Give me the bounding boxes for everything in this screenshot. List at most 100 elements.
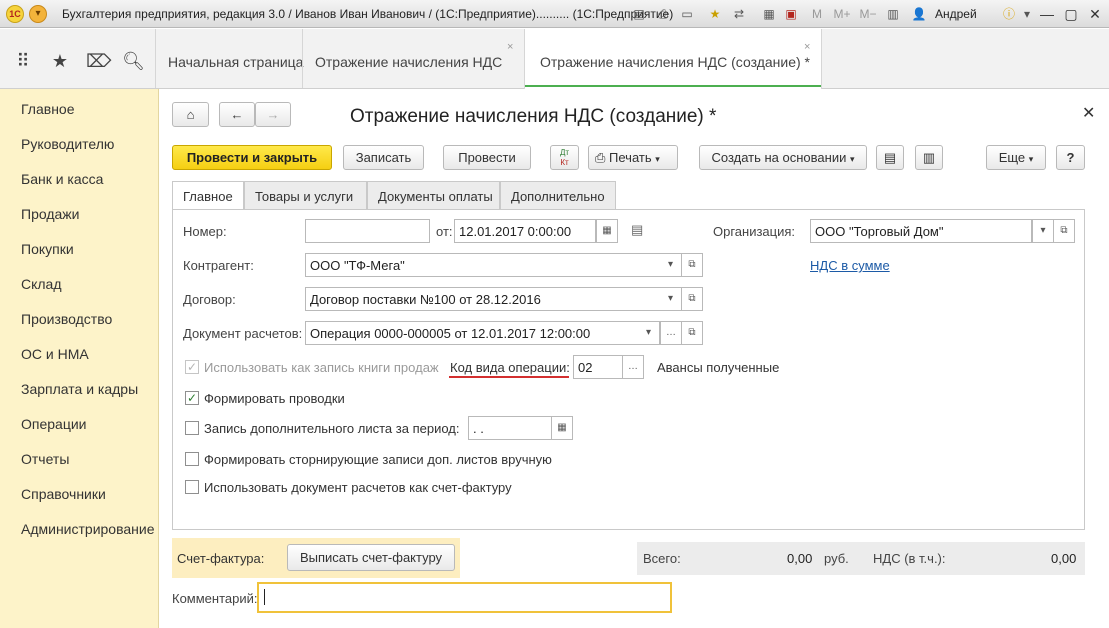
sidebar-item-main[interactable]: Главное: [21, 101, 75, 117]
postings-checkbox[interactable]: ✓: [185, 391, 199, 405]
issue-invoice-button[interactable]: Выписать счет-фактуру: [287, 544, 455, 571]
memory-mminus-icon[interactable]: M−: [856, 5, 880, 23]
select-icon[interactable]: …: [660, 321, 682, 345]
close-tab-icon[interactable]: ×: [804, 41, 810, 53]
calendar-icon[interactable]: ▦: [551, 416, 573, 440]
create-based-on-button[interactable]: Создать на основании ▾: [699, 145, 867, 170]
open-icon[interactable]: ⧉: [1053, 219, 1075, 243]
extra-sheet-label: Запись дополнительного листа за период:: [204, 421, 460, 436]
extra-sheet-period-input[interactable]: . .: [468, 416, 552, 440]
sidebar-item-assets[interactable]: ОС и НМА: [21, 346, 89, 362]
op-code-input[interactable]: 02: [573, 355, 623, 379]
tab-goods-services[interactable]: Товары и услуги: [244, 181, 367, 210]
save-button[interactable]: Записать: [343, 145, 424, 170]
journal-icon[interactable]: ▥: [915, 145, 943, 170]
maximize-icon[interactable]: ▢: [1060, 4, 1082, 24]
calendar-icon[interactable]: ▣: [782, 5, 800, 23]
user-name[interactable]: Андрей: [935, 7, 977, 21]
home-button[interactable]: ⌂: [172, 102, 209, 127]
op-code-description: Авансы полученные: [657, 360, 780, 375]
panel-layout-icon[interactable]: ▥: [884, 5, 902, 23]
print-icon[interactable]: ⎙: [654, 5, 672, 23]
help-button[interactable]: ?: [1056, 145, 1085, 170]
comment-input[interactable]: [257, 582, 672, 613]
sidebar-item-admin[interactable]: Администрирование: [21, 521, 155, 537]
notes-icon[interactable]: ▤: [631, 222, 643, 238]
sales-book-label: Использовать как запись книги продаж: [204, 360, 439, 375]
close-window-icon[interactable]: ✕: [1084, 4, 1106, 24]
apps-grid-icon[interactable]: ⠿: [12, 50, 34, 72]
number-input[interactable]: [305, 219, 430, 243]
memory-m-icon[interactable]: M: [808, 5, 826, 23]
print-button[interactable]: ⎙ Печать ▾: [588, 145, 678, 170]
save-icon[interactable]: ▤: [630, 5, 648, 23]
forward-button[interactable]: →: [255, 102, 291, 127]
tab-payment-docs[interactable]: Документы оплаты: [367, 181, 500, 210]
open-icon[interactable]: ⧉: [681, 287, 703, 311]
sidebar-item-operations[interactable]: Операции: [21, 416, 87, 432]
close-tab-icon[interactable]: ×: [507, 41, 513, 53]
organization-input[interactable]: ООО "Торговый Дом": [810, 219, 1032, 243]
sidebar-item-production[interactable]: Производство: [21, 311, 112, 327]
post-and-close-button[interactable]: Провести и закрыть: [172, 145, 332, 170]
sidebar-item-payroll[interactable]: Зарплата и кадры: [21, 381, 138, 397]
memory-mplus-icon[interactable]: M+: [830, 5, 854, 23]
sidebar-item-purchases[interactable]: Покупки: [21, 241, 74, 257]
dropdown-icon[interactable]: ▾: [1032, 219, 1054, 243]
sidebar-item-reports[interactable]: Отчеты: [21, 451, 69, 467]
info-icon[interactable]: ⓘ: [1000, 5, 1018, 23]
dt-kt-icon[interactable]: Дт Кт: [550, 145, 579, 170]
dropdown-icon[interactable]: ▾: [660, 253, 682, 277]
preview-icon[interactable]: ▭: [678, 5, 696, 23]
more-button[interactable]: Еще ▾: [986, 145, 1046, 170]
sidebar-item-bank[interactable]: Банк и касса: [21, 171, 103, 187]
counterparty-input[interactable]: ООО "ТФ-Мега": [305, 253, 684, 277]
extra-sheet-checkbox[interactable]: [185, 421, 199, 435]
sidebar-item-catalogs[interactable]: Справочники: [21, 486, 106, 502]
use-invoice-checkbox[interactable]: [185, 480, 199, 494]
sales-book-checkbox[interactable]: ✓: [185, 360, 199, 374]
op-code-label: Код вида операции:: [450, 360, 570, 375]
report-icon[interactable]: ▤: [876, 145, 904, 170]
open-icon[interactable]: ⧉: [681, 253, 703, 277]
contract-input[interactable]: Договор поставки №100 от 28.12.2016: [305, 287, 684, 311]
calculator-icon[interactable]: ▦: [760, 5, 778, 23]
minimize-icon[interactable]: —: [1036, 4, 1058, 24]
close-form-icon[interactable]: ✕: [1082, 103, 1095, 123]
chevron-down-icon: ▾: [655, 154, 660, 164]
favorites-icon[interactable]: ★: [706, 5, 724, 23]
vat-label: НДС (в т.ч.):: [873, 551, 946, 566]
tab-label: Начальная страница: [168, 54, 304, 70]
open-icon[interactable]: ⧉: [681, 321, 703, 345]
search-icon[interactable]: 🔍︎: [122, 50, 145, 72]
info-dropdown-icon[interactable]: ▾: [1018, 5, 1036, 23]
date-input[interactable]: 12.01.2017 0:00:00: [454, 219, 596, 243]
settlement-doc-input[interactable]: Операция 0000-000005 от 12.01.2017 12:00…: [305, 321, 660, 345]
post-button[interactable]: Провести: [443, 145, 531, 170]
print-label: Печать: [609, 150, 652, 165]
vat-in-amount-link[interactable]: НДС в сумме: [810, 258, 890, 273]
calendar-icon[interactable]: ▦: [596, 219, 618, 243]
dropdown-icon[interactable]: ▾: [660, 287, 682, 311]
sidebar-item-sales[interactable]: Продажи: [21, 206, 79, 222]
select-icon[interactable]: …: [622, 355, 644, 379]
link-icon[interactable]: ⇄: [730, 5, 748, 23]
tab-additional[interactable]: Дополнительно: [500, 181, 616, 210]
invoice-section: Счет-фактура: Выписать счет-фактуру: [172, 538, 460, 578]
sidebar-item-warehouse[interactable]: Склад: [21, 276, 62, 292]
tab-home-page[interactable]: Начальная страница: [155, 29, 304, 88]
user-icon[interactable]: 👤: [910, 5, 928, 23]
back-button[interactable]: ←: [219, 102, 255, 127]
dropdown-icon[interactable]: ▾: [638, 321, 660, 345]
form-title: Отражение начисления НДС (создание) *: [350, 106, 717, 127]
main-menu-icon[interactable]: ▾: [29, 5, 47, 23]
tab-main[interactable]: Главное: [172, 181, 244, 211]
favorites-star-icon[interactable]: ★: [49, 50, 71, 72]
history-icon[interactable]: ⌦: [86, 50, 111, 72]
app-logo-icon[interactable]: 1С: [6, 5, 24, 23]
sidebar-item-manager[interactable]: Руководителю: [21, 136, 114, 152]
tab-vat-create[interactable]: Отражение начисления НДС (создание) * ×: [524, 29, 822, 89]
tab-vat-list[interactable]: Отражение начисления НДС ×: [302, 29, 524, 88]
storno-checkbox[interactable]: [185, 452, 199, 466]
storno-label: Формировать сторнирующие записи доп. лис…: [204, 452, 552, 467]
